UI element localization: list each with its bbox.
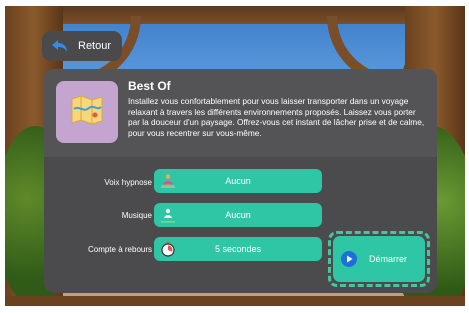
back-arrow-icon [50, 38, 70, 54]
music-meditation-icon [160, 207, 176, 223]
meditation-icon [160, 173, 176, 189]
voice-hypnosis-value: Aucun [225, 176, 251, 186]
session-thumbnail [56, 81, 118, 143]
session-panel: Best Of Installez vous confortablement p… [44, 69, 437, 293]
music-value: Aucun [225, 210, 251, 220]
back-button[interactable]: Retour [42, 31, 122, 61]
countdown-label: Compte à rebours [87, 245, 152, 254]
countdown-value: 5 secondes [214, 244, 262, 254]
voice-hypnosis-selector[interactable]: Aucun [154, 169, 322, 193]
countdown-selector[interactable]: 5 secondes [154, 237, 322, 261]
start-button[interactable]: Démarrer [333, 236, 425, 282]
start-button-label: Démarrer [369, 254, 408, 264]
music-label: Musique [121, 211, 152, 220]
music-selector[interactable]: Aucun [154, 203, 322, 227]
voice-hypnosis-label: Voix hypnose [104, 178, 152, 187]
map-icon [70, 94, 104, 130]
stopwatch-icon [160, 241, 176, 257]
session-description: Installez vous confortablement pour vous… [128, 96, 425, 138]
back-button-label: Retour [78, 40, 112, 52]
play-icon [341, 251, 357, 267]
floor-beam [5, 296, 465, 306]
session-title: Best Of [128, 79, 171, 93]
